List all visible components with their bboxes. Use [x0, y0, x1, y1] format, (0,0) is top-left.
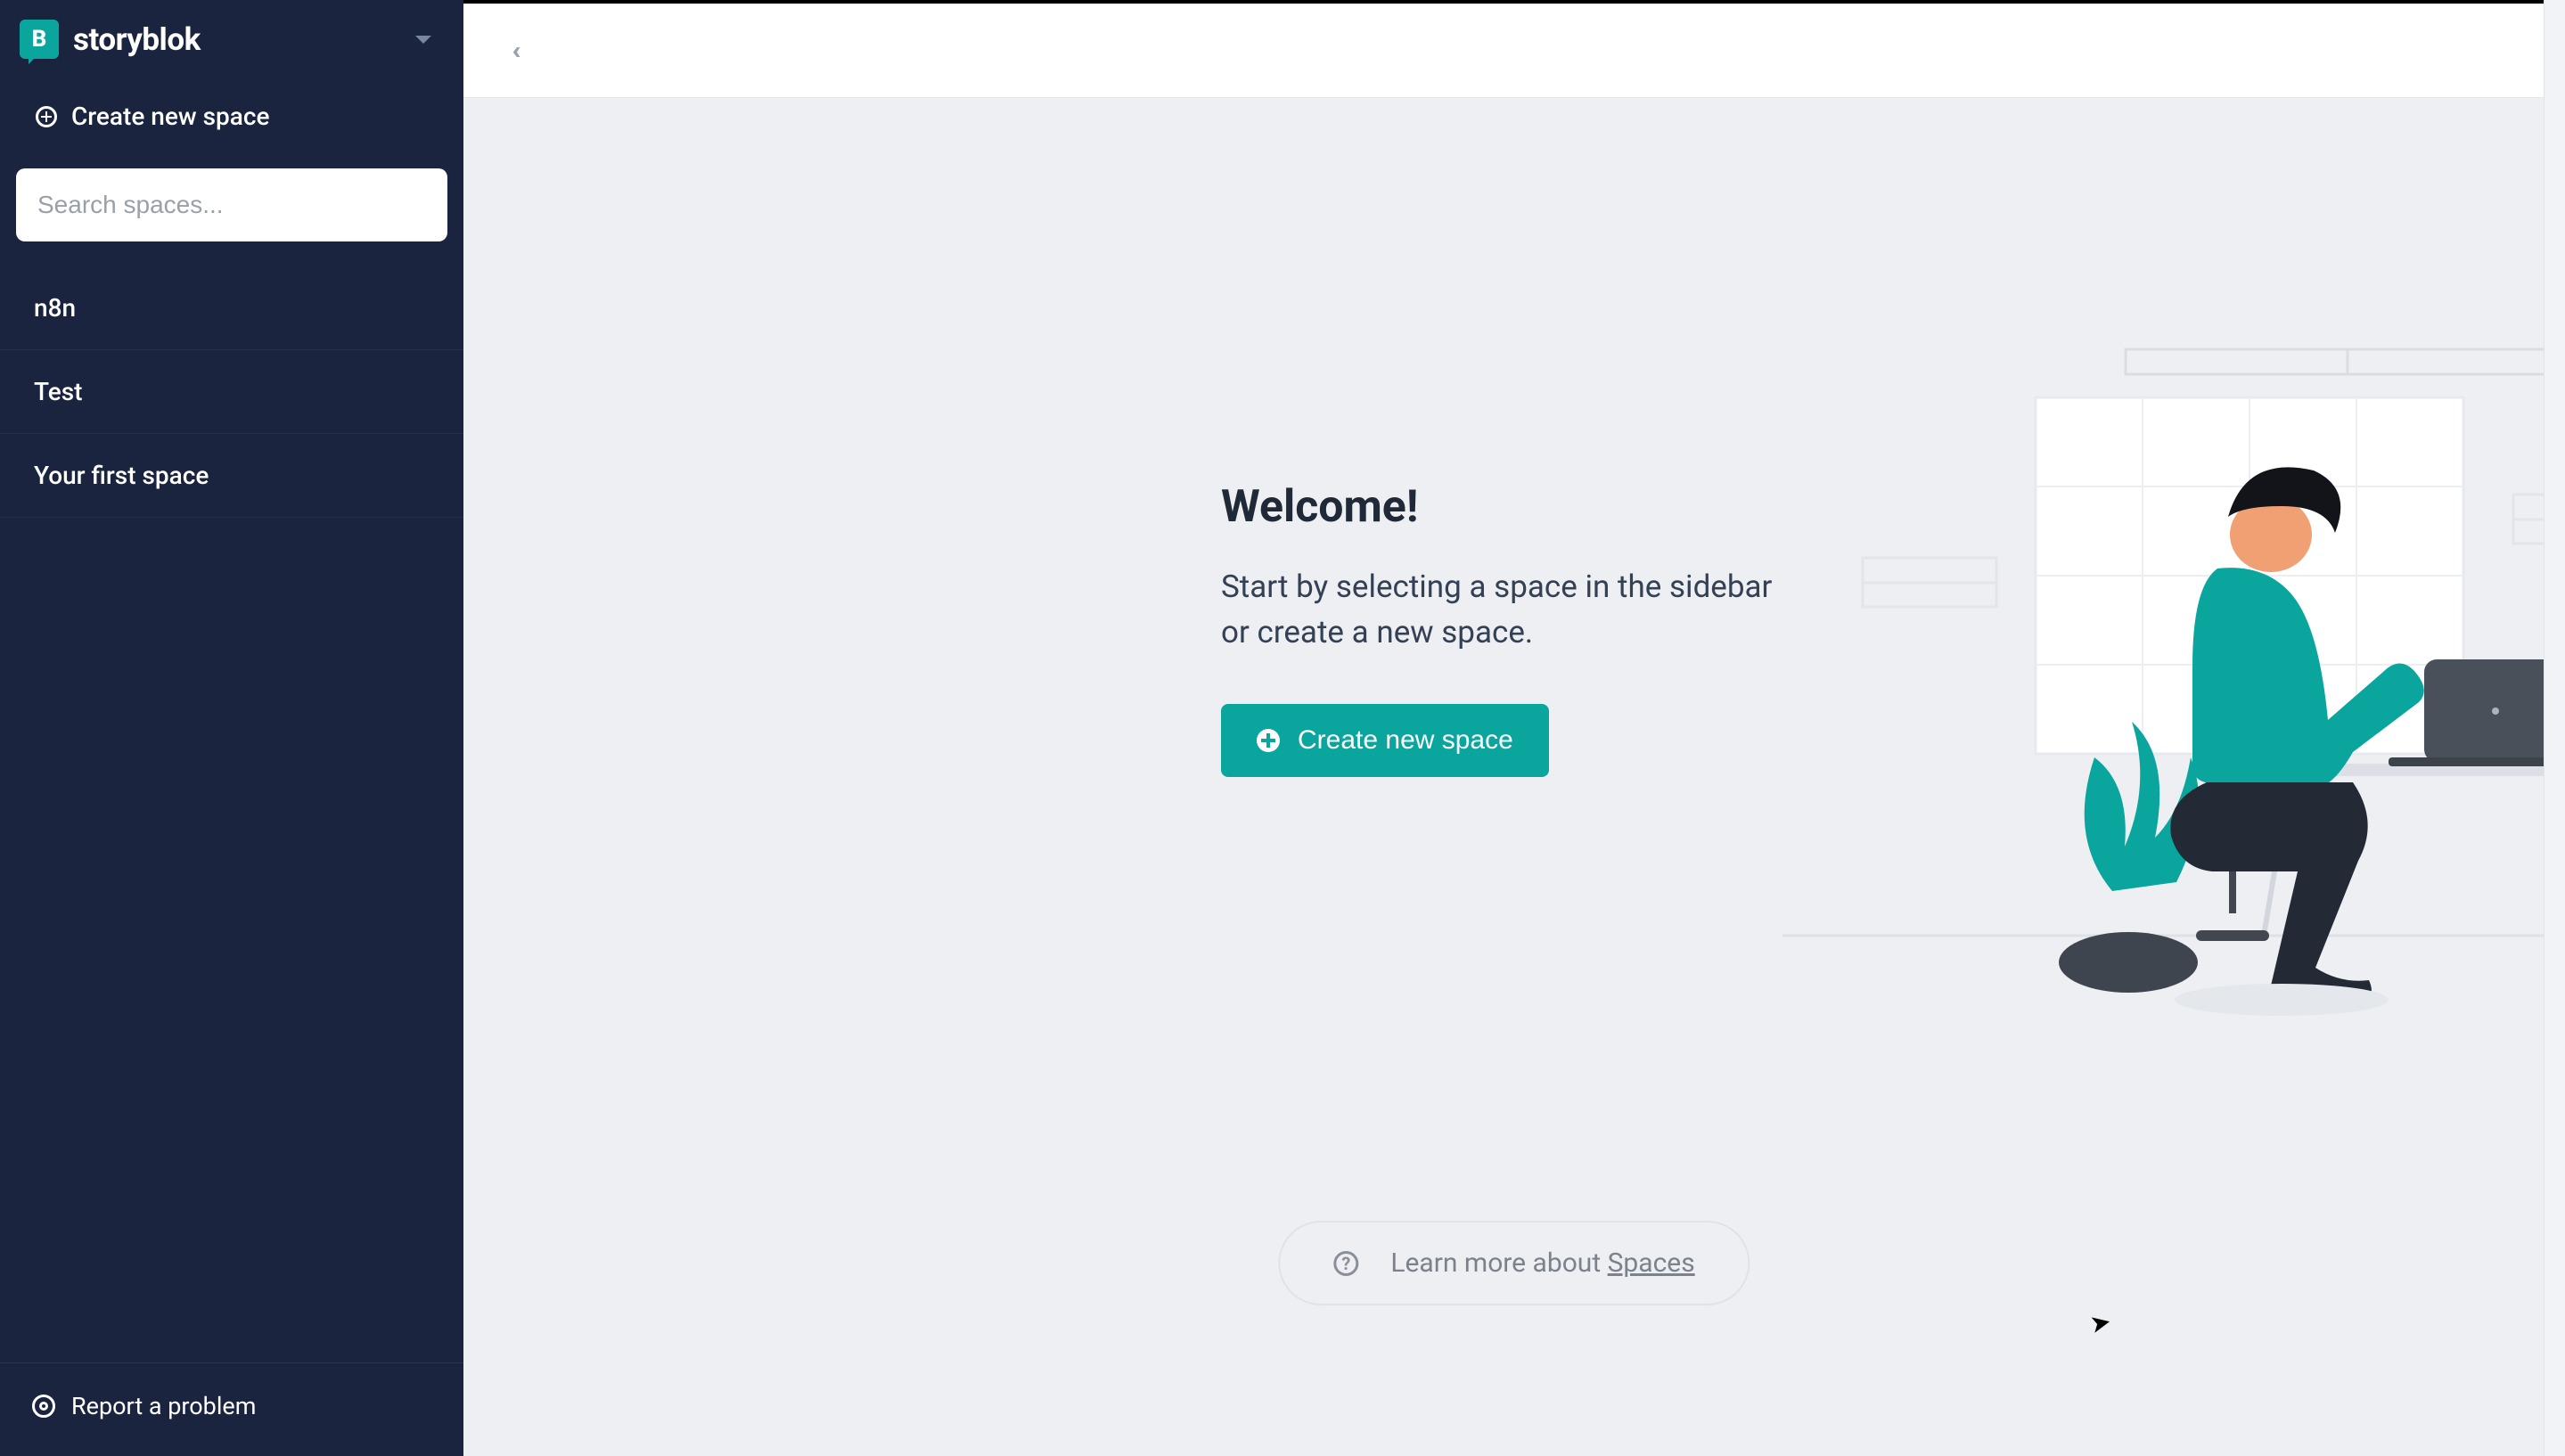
space-item-label: n8n — [34, 293, 76, 323]
brand[interactable]: B storyblok — [20, 20, 201, 59]
lifering-icon — [32, 1395, 55, 1418]
space-item[interactable]: n8n — [0, 266, 463, 350]
space-item-label: Your first space — [34, 461, 209, 490]
page-subtitle: Start by selecting a space in the sideba… — [1221, 565, 1774, 656]
learn-more-text: Learn more about Spaces — [1390, 1247, 1694, 1279]
hero-text: Welcome! Start by selecting a space in t… — [1221, 481, 1774, 777]
create-space-sidebar-button[interactable]: Create new space — [0, 78, 463, 154]
space-item[interactable]: Test — [0, 350, 463, 434]
report-problem-label: Report a problem — [71, 1392, 256, 1420]
report-problem-button[interactable]: Report a problem — [0, 1362, 463, 1456]
right-scrollbar-track[interactable] — [2544, 0, 2565, 1456]
search-wrap — [0, 154, 463, 256]
sidebar: B storyblok Create new space n8n Test Yo… — [0, 0, 463, 1456]
chevron-down-icon[interactable] — [415, 36, 431, 44]
sidebar-header: B storyblok — [0, 0, 463, 78]
space-list: n8n Test Your first space — [0, 266, 463, 518]
create-space-button-label: Create new space — [1298, 725, 1513, 756]
plus-circle-icon — [36, 106, 57, 127]
brand-logo-icon: B — [20, 20, 59, 59]
create-space-button[interactable]: Create new space — [1221, 704, 1549, 777]
welcome-illustration — [1782, 339, 2565, 1034]
content-area: Welcome! Start by selecting a space in t… — [463, 98, 2565, 1456]
plus-circle-icon — [1257, 729, 1280, 752]
learn-more-link[interactable]: Spaces — [1608, 1247, 1695, 1279]
brand-name: storyblok — [73, 21, 201, 58]
learn-more-prefix: Learn more about — [1390, 1247, 1607, 1279]
mouse-cursor-icon: ➤ — [2087, 1306, 2114, 1339]
collapse-sidebar-button[interactable]: ‹‹ — [497, 35, 529, 67]
topbar: ‹‹ — [463, 0, 2565, 98]
page-title: Welcome! — [1221, 481, 1774, 533]
search-spaces-input[interactable] — [16, 168, 447, 241]
help-icon: ? — [1333, 1251, 1358, 1276]
space-item-label: Test — [34, 377, 83, 406]
main: ‹‹ Welcome! Start by selecting a space i… — [463, 0, 2565, 1456]
create-space-sidebar-label: Create new space — [71, 102, 269, 131]
space-item[interactable]: Your first space — [0, 434, 463, 518]
learn-more-pill: ? Learn more about Spaces — [1278, 1221, 1750, 1305]
